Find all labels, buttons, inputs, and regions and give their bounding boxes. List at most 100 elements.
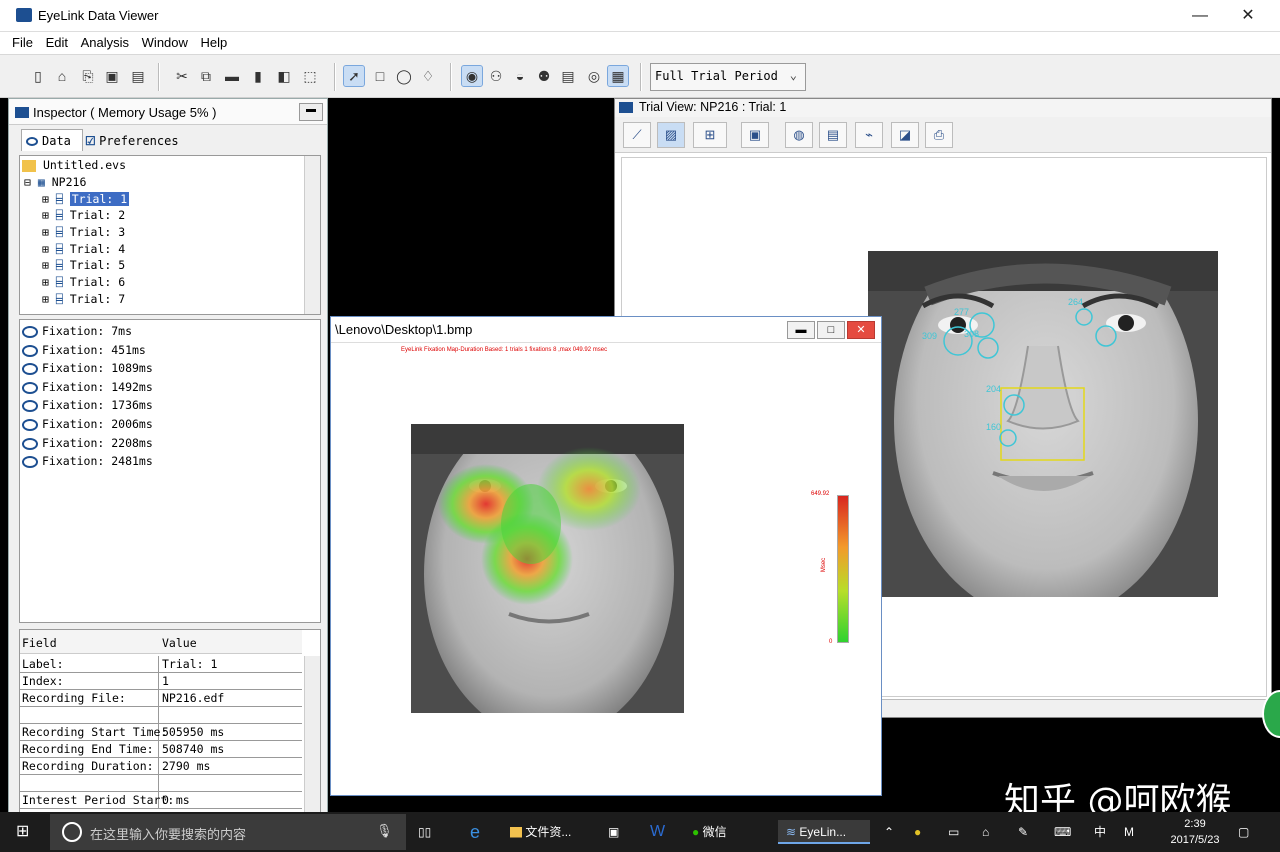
session-icon: ▦ [37, 175, 45, 189]
windows-start-icon[interactable]: ⊞ [16, 820, 29, 844]
paste-icon[interactable]: ▬ [222, 66, 242, 86]
property-value: Trial: 1 [162, 657, 218, 671]
freehand-tool-icon[interactable]: ♢ [418, 66, 438, 86]
table-row[interactable]: Recording End Time: 508740 ms [20, 741, 302, 758]
tab-preferences[interactable]: ☑ Preferences [85, 129, 181, 151]
temporal-graph-icon[interactable]: ⟋ [623, 122, 651, 148]
tab-data[interactable]: Data [21, 129, 83, 151]
battery-icon[interactable]: ▭ [948, 820, 959, 844]
minimize-button[interactable]: — [1180, 4, 1220, 28]
copy-icon[interactable]: ⧉ [196, 66, 216, 86]
maximize-button[interactable]: □ [817, 321, 845, 339]
table-row[interactable]: Recording File: NP216.edf [20, 690, 302, 707]
ellipse-tool-icon[interactable]: ◯ [394, 66, 414, 86]
rectangle-tool-icon[interactable]: □ [370, 66, 390, 86]
target-view-icon[interactable]: ◎ [584, 66, 604, 86]
edge-browser-icon[interactable]: e [470, 820, 480, 844]
interest-area-view-icon[interactable]: ▦ [607, 65, 629, 87]
taskbar-app-eyelink[interactable]: ≋ EyeLin... [778, 820, 870, 844]
fixation-view-icon[interactable]: ◉ [461, 65, 483, 87]
tray-expand-icon[interactable]: ⌃ [884, 820, 894, 844]
close-button[interactable]: ✕ [847, 321, 875, 339]
open-folder-icon[interactable]: ⌂ [52, 66, 72, 86]
tree-trial-label: Trial: 7 [69, 292, 126, 306]
export-image-icon[interactable]: ▤ [819, 122, 847, 148]
save-view-icon[interactable]: ▣ [741, 122, 769, 148]
sample-view-icon[interactable]: ⚉ [534, 66, 554, 86]
list-item[interactable]: Fixation: 7ms [22, 324, 132, 342]
tree-trial[interactable]: ⊞ ⌸ Trial: 2 [42, 208, 125, 224]
menu-window[interactable]: Window [137, 32, 192, 50]
save-icon[interactable]: ▣ [102, 66, 122, 86]
word-icon[interactable]: W [650, 820, 665, 844]
tray-app-icon[interactable]: ● [914, 820, 921, 844]
saccade-view-icon[interactable]: ⚇ [486, 66, 506, 86]
period-select[interactable]: Full Trial Period ⌄ [650, 63, 806, 91]
tree-trial[interactable]: ⊞ ⌸ Trial: 7 [42, 292, 125, 308]
ime-mode-indicator[interactable]: M [1124, 820, 1134, 844]
spatial-overlay-icon[interactable]: ▨ [657, 122, 685, 148]
list-item[interactable]: Fixation: 1492ms [22, 380, 153, 398]
table-row[interactable]: Recording Start Time: 505950 ms [20, 724, 302, 741]
table-row[interactable]: Interest Period Start: 0 ms [20, 792, 302, 809]
search-input[interactable]: 在这里输入你要搜索的内容 🎙 [50, 814, 406, 850]
background-image-icon[interactable]: ⌁ [855, 122, 883, 148]
list-item[interactable]: Fixation: 2006ms [22, 417, 153, 435]
table-row[interactable]: Recording Duration: 2790 ms [20, 758, 302, 775]
list-item[interactable]: Fixation: 2208ms [22, 436, 153, 454]
pen-icon[interactable]: ✎ [1018, 820, 1028, 844]
taskbar-app-wechat[interactable]: ● 微信 [692, 820, 727, 844]
ime-indicator[interactable]: 中 [1094, 820, 1106, 844]
menu-help[interactable]: Help [196, 32, 232, 50]
menu-analysis[interactable]: Analysis [76, 32, 133, 50]
save-all-icon[interactable]: ▤ [128, 66, 148, 86]
fixation-label: 264 [1068, 297, 1083, 307]
expand-icon: ⊞ [42, 208, 49, 222]
network-icon[interactable]: ⌂ [982, 820, 989, 844]
tree-scrollbar[interactable] [304, 156, 320, 314]
tree-trial[interactable]: ⊞ ⌸ Trial: 3 [42, 225, 125, 241]
heatmap-image[interactable] [411, 424, 684, 713]
notification-icon[interactable]: ▢ [1238, 820, 1249, 844]
property-scrollbar[interactable] [304, 656, 320, 818]
tree-trial[interactable]: ⊞ ⌸ Trial: 6 [42, 275, 125, 291]
table-row[interactable]: Index: 1 [20, 673, 302, 690]
list-item[interactable]: Fixation: 2481ms [22, 454, 153, 472]
property-value: 2790 ms [162, 759, 211, 773]
table-row[interactable] [20, 775, 302, 792]
tree-session[interactable]: ⊟ ▦ NP216 [24, 175, 86, 191]
tree-trial[interactable]: ⊞ ⌸ Trial: 1 [42, 192, 130, 208]
keyboard-icon[interactable]: ⌨ [1054, 820, 1071, 844]
animation-view-icon[interactable]: ⊞ [693, 122, 727, 148]
delete-icon[interactable]: ▮ [248, 66, 268, 86]
cut-icon[interactable]: ✂ [172, 66, 192, 86]
taskbar-app-explorer[interactable]: ▇ 文件资... [510, 820, 571, 844]
trial-stimulus-image[interactable]: 277 309 308 264 204 160 [868, 251, 1218, 597]
clock[interactable]: 2:39 2017/5/23 [1160, 816, 1230, 848]
tree-root[interactable]: Untitled.evs [22, 158, 126, 174]
menu-edit[interactable]: Edit [41, 32, 72, 50]
store-icon[interactable]: ▣ [608, 820, 619, 844]
tree-trial[interactable]: ⊞ ⌸ Trial: 4 [42, 242, 125, 258]
message-view-icon[interactable]: ▤ [558, 66, 578, 86]
table-row[interactable]: Label: Trial: 1 [20, 656, 302, 673]
image-settings-icon[interactable]: ◪ [891, 122, 919, 148]
heatmap-icon[interactable]: ◍ [785, 122, 813, 148]
tree-trial[interactable]: ⊞ ⌸ Trial: 5 [42, 258, 125, 274]
minimize-button[interactable]: ▬ [787, 321, 815, 339]
task-view-icon[interactable]: ▯▯ [418, 820, 431, 844]
import-icon[interactable]: ⎘ [78, 66, 98, 86]
minimize-panel-button[interactable]: ▬ [299, 103, 323, 121]
menu-file[interactable]: File [0, 32, 37, 50]
blink-view-icon[interactable]: ◒ [510, 66, 530, 86]
new-file-icon[interactable]: ▯ [28, 66, 48, 86]
print-icon[interactable]: ⎙ [925, 122, 953, 148]
pointer-tool-icon[interactable]: ➚ [343, 65, 365, 87]
list-item[interactable]: Fixation: 1089ms [22, 361, 153, 379]
list-item[interactable]: Fixation: 1736ms [22, 398, 153, 416]
clear-icon[interactable]: ◧ [274, 66, 294, 86]
select-region-icon[interactable]: ⬚ [300, 66, 320, 86]
close-button[interactable]: ✕ [1228, 4, 1268, 28]
list-item[interactable]: Fixation: 451ms [22, 343, 146, 361]
table-row[interactable] [20, 707, 302, 724]
